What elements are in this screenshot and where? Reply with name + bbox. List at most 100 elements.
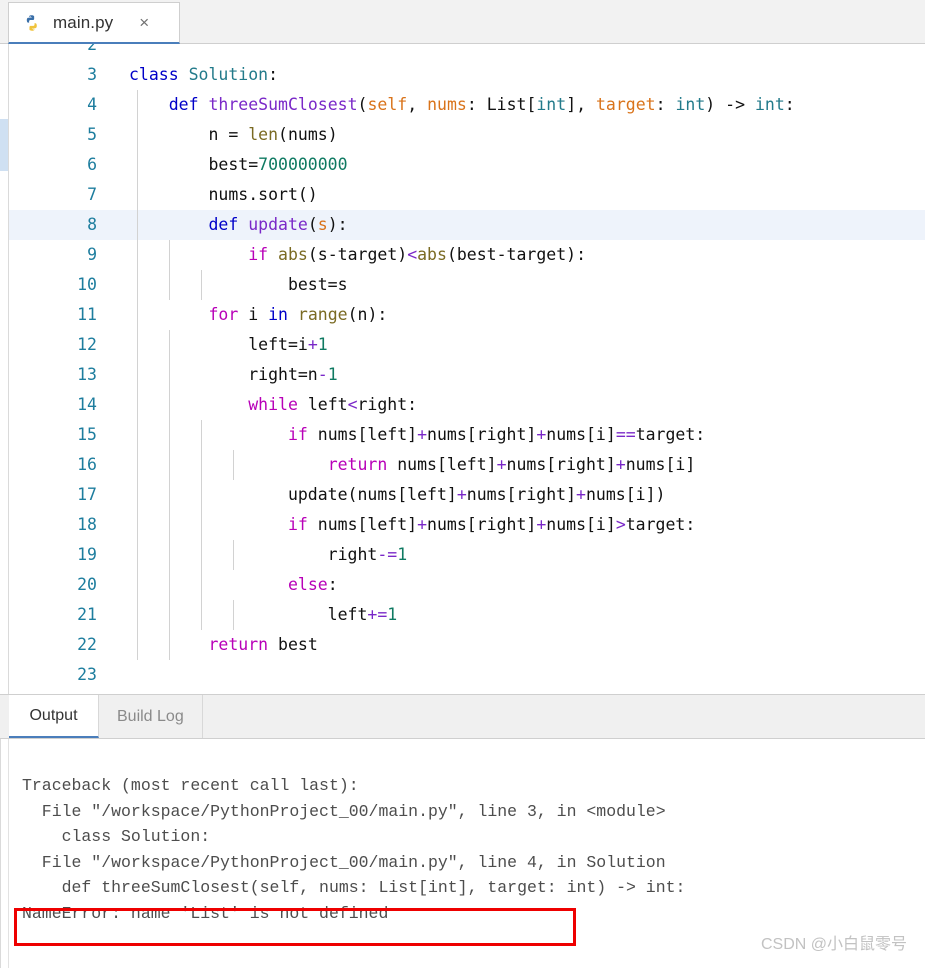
code-text: if abs(s-target)<abs(best-target): (129, 240, 586, 270)
code-token: ( (357, 95, 368, 114)
code-token: 1 (327, 365, 338, 384)
line-number: 12 (77, 335, 97, 354)
line-number: 15 (77, 425, 97, 444)
code-line[interactable]: 5 n = len(nums) (9, 120, 925, 150)
code-token: update (248, 215, 308, 234)
code-token: int (754, 95, 785, 114)
code-token: == (615, 425, 636, 444)
code-token: nums[right] (427, 515, 537, 534)
output-text: Traceback (most recent call last): File … (10, 773, 925, 926)
file-tab-main-py[interactable]: main.py × (8, 2, 180, 44)
line-number: 7 (87, 185, 97, 204)
code-token: left (297, 395, 348, 414)
code-token: abs (417, 245, 447, 264)
code-line[interactable]: 18 if nums[left]+nums[right]+nums[i]>tar… (9, 510, 925, 540)
code-line[interactable]: 3 class Solution: (9, 60, 925, 90)
code-token: (s-target) (307, 245, 408, 264)
code-token: right: (357, 395, 418, 414)
code-line[interactable]: 19 right-=1 (9, 540, 925, 570)
code-token: ], (566, 95, 596, 114)
code-token: target (596, 95, 656, 114)
code-token: nums[i]) (585, 485, 666, 504)
code-token: (n): (347, 305, 388, 324)
code-token: nums[left] (307, 515, 418, 534)
code-editor[interactable]: 2 3 class Solution: 4 def threeSumClosest(s… (0, 44, 925, 695)
code-line[interactable]: 10 best=s (9, 270, 925, 300)
line-number: 11 (77, 305, 97, 324)
close-icon[interactable]: × (135, 12, 153, 33)
code-token: def (168, 95, 199, 114)
code-token: ( (307, 215, 318, 234)
code-token: abs (278, 245, 308, 264)
code-line[interactable]: 20 else: (9, 570, 925, 600)
code-text: left+=1 (129, 600, 398, 630)
code-token: - (317, 365, 328, 384)
editor-scroll-thumb[interactable] (0, 119, 8, 171)
code-line[interactable]: 21 left+=1 (9, 600, 925, 630)
code-line[interactable]: 13 right=n-1 (9, 360, 925, 390)
code-token: + (456, 485, 467, 504)
code-token: < (407, 245, 418, 264)
code-token: 700000000 (258, 155, 348, 174)
code-token: nums[left] (307, 425, 418, 444)
code-token: n = (129, 125, 249, 144)
code-line[interactable]: 12 left=i+1 (9, 330, 925, 360)
code-line[interactable]: 14 while left<right: (9, 390, 925, 420)
editor-left-strip (0, 44, 9, 694)
code-text: class Solution: (129, 60, 278, 90)
code-text: left=i+1 (129, 330, 327, 360)
code-token: class (129, 65, 179, 84)
code-token: while (248, 395, 298, 414)
code-line[interactable]: 11 for i in range(n): (9, 300, 925, 330)
code-line[interactable]: 17 update(nums[left]+nums[right]+nums[i]… (9, 480, 925, 510)
panel-tab-output[interactable]: Output (9, 695, 99, 738)
line-number: 21 (77, 605, 97, 624)
code-text: best=700000000 (129, 150, 348, 180)
code-line[interactable]: 8 def update(s): (9, 210, 925, 240)
code-line[interactable]: 22 return best (9, 630, 925, 660)
code-text: for i in range(n): (129, 300, 387, 330)
code-token: best= (129, 155, 259, 174)
code-token: += (367, 605, 388, 624)
line-number: 6 (87, 155, 97, 174)
code-token: update(nums[left] (129, 485, 457, 504)
line-number: 14 (77, 395, 97, 414)
code-text: right=n-1 (129, 360, 338, 390)
line-number: 16 (77, 455, 97, 474)
panel-tab-build-log[interactable]: Build Log (99, 695, 203, 738)
code-token: : (327, 575, 338, 594)
code-line[interactable]: 9 if abs(s-target)<abs(best-target): (9, 240, 925, 270)
code-area[interactable]: 2 3 class Solution: 4 def threeSumClosest(s… (9, 44, 925, 694)
code-token: def (208, 215, 239, 234)
code-line[interactable]: 4 def threeSumClosest(self, nums: List[i… (9, 90, 925, 120)
code-text: best=s (129, 270, 348, 300)
editor-tab-bar: main.py × (0, 0, 925, 44)
line-number: 3 (87, 65, 97, 84)
code-token: nums (427, 95, 467, 114)
code-text: if nums[left]+nums[right]+nums[i]>target… (129, 510, 695, 540)
code-text: def threeSumClosest(self, nums: List[int… (129, 90, 795, 120)
code-token: 1 (397, 545, 408, 564)
code-text: return best (129, 630, 317, 660)
code-token: right=n (129, 365, 318, 384)
code-text: right-=1 (129, 540, 408, 570)
code-token: + (496, 455, 507, 474)
output-line: File "/workspace/PythonProject_00/main.p… (22, 852, 666, 872)
code-line[interactable]: 7 nums.sort() (9, 180, 925, 210)
code-line[interactable]: 16 return nums[left]+nums[right]+nums[i] (9, 450, 925, 480)
output-line: class Solution: (22, 827, 211, 846)
watermark: CSDN @小白鼠零号 (760, 936, 907, 953)
code-line[interactable]: 6 best=700000000 (9, 150, 925, 180)
code-line[interactable]: 23 (9, 660, 925, 690)
code-text: return nums[left]+nums[right]+nums[i] (129, 450, 696, 480)
code-line[interactable]: 15 if nums[left]+nums[right]+nums[i]==ta… (9, 420, 925, 450)
code-token: if (248, 245, 269, 264)
output-line: Traceback (most recent call last): (22, 776, 359, 795)
code-line[interactable]: 2 (9, 44, 925, 60)
